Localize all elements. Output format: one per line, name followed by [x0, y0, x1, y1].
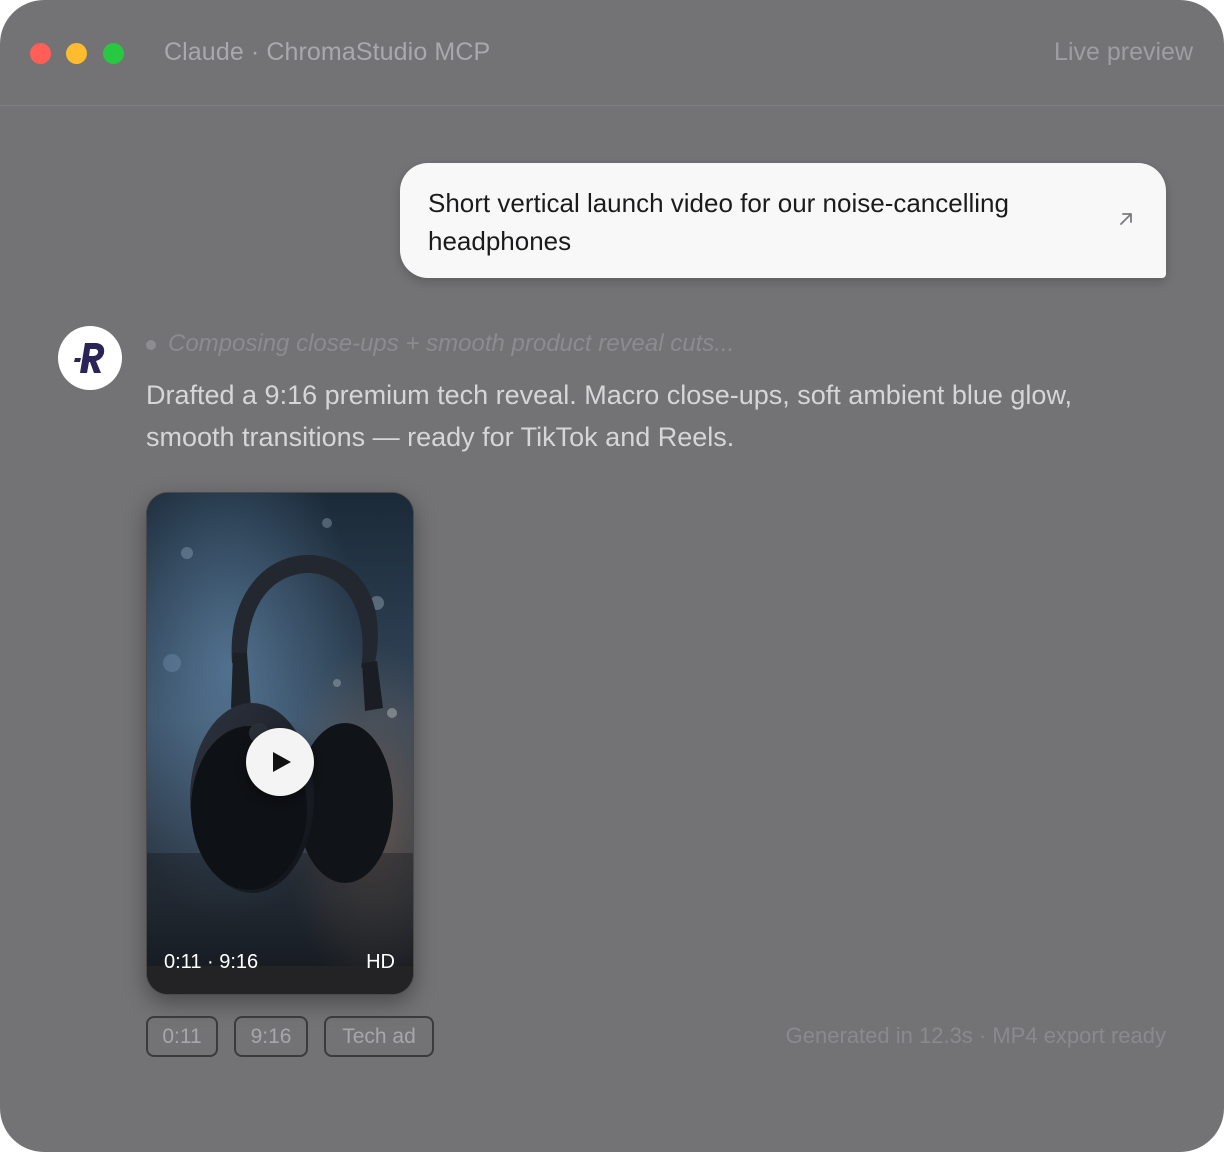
minimize-window-button[interactable] — [66, 43, 87, 64]
user-message-text: Short vertical launch video for our nois… — [428, 188, 1009, 256]
video-timecode: 0:11 · 9:16 — [164, 951, 259, 973]
arrow-up-right-icon[interactable] — [1118, 211, 1134, 227]
generation-status-note: Generated in 12.3s · MP4 export ready — [785, 1023, 1166, 1048]
assistant-avatar — [58, 326, 122, 390]
r-logo-icon — [74, 343, 105, 373]
play-icon — [273, 752, 291, 772]
assistant-message-text: Drafted a 9:16 premium tech reveal. Macr… — [146, 380, 1072, 452]
tag-category[interactable]: Tech ad — [324, 1016, 434, 1057]
tag-duration[interactable]: 0:11 — [146, 1016, 218, 1057]
close-window-button[interactable] — [30, 43, 51, 64]
user-message-bubble: Short vertical launch video for our nois… — [400, 163, 1166, 278]
status-indicator-dot — [146, 340, 156, 350]
play-button[interactable] — [246, 728, 314, 796]
maximize-window-button[interactable] — [103, 43, 124, 64]
window-title: Claude · ChromaStudio MCP — [164, 38, 491, 66]
app-window: Claude · ChromaStudio MCP Live preview S… — [0, 0, 1224, 1152]
tag-aspect-ratio[interactable]: 9:16 — [234, 1016, 308, 1057]
status-text: Composing close-ups + smooth product rev… — [168, 330, 735, 357]
title-bar: Claude · ChromaStudio MCP Live preview — [0, 0, 1224, 106]
quality-badge: HD — [366, 951, 395, 973]
live-preview-label[interactable]: Live preview — [1054, 38, 1193, 67]
video-preview-card[interactable]: 0:11 · 9:16 HD — [146, 492, 414, 995]
